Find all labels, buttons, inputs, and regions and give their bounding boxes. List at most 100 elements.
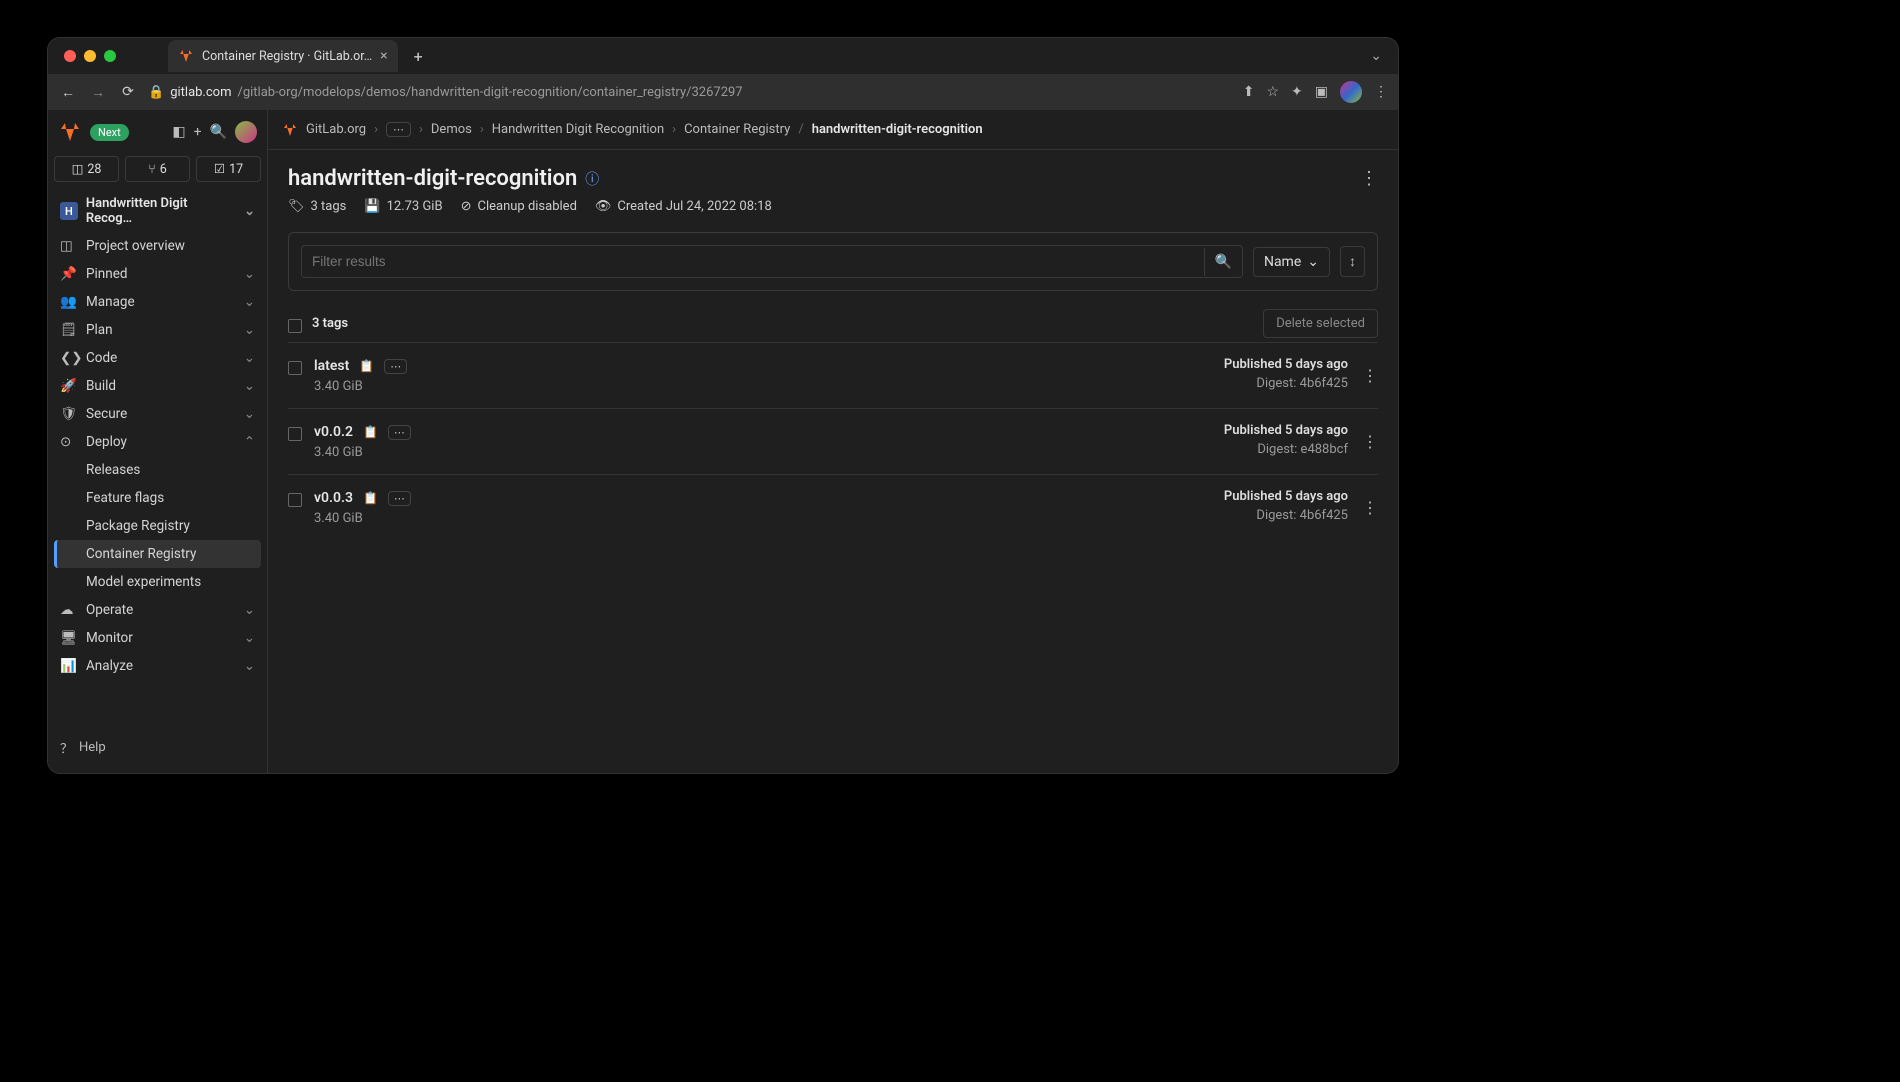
- sidebar-collapse-icon[interactable]: ◧: [172, 124, 185, 140]
- analyze-icon: 📊: [60, 658, 76, 674]
- close-window-icon[interactable]: [64, 50, 76, 62]
- filter-input-wrap: 🔍: [301, 245, 1243, 278]
- tag-actions-icon[interactable]: ⋮: [1362, 432, 1378, 451]
- chevron-down-icon: ⌄: [244, 294, 255, 310]
- sort-select[interactable]: Name ⌄: [1253, 247, 1330, 277]
- browser-tab[interactable]: Container Registry · GitLab.or… ×: [168, 40, 398, 72]
- sidebar-item-label: Model experiments: [86, 574, 201, 590]
- copy-icon[interactable]: 📋: [361, 423, 380, 441]
- share-icon[interactable]: ⬆: [1243, 84, 1255, 100]
- todos-stat[interactable]: ☑ 17: [196, 156, 261, 182]
- meta-size: 💾12.73 GiB: [364, 199, 442, 214]
- sidebar-item-deploy[interactable]: ⊙ Deploy ⌃: [54, 428, 261, 456]
- sidebar-item-build[interactable]: 🚀 Build ⌄: [54, 372, 261, 400]
- reload-button[interactable]: ⟳: [118, 84, 138, 100]
- tabs-overflow-icon[interactable]: ⌄: [1362, 44, 1390, 68]
- sidebar-item-plan[interactable]: 🗒 Plan ⌄: [54, 316, 261, 344]
- tag-digest: Digest: e488bcf: [1224, 442, 1348, 457]
- tag-checkbox[interactable]: [288, 427, 302, 441]
- browser-actions: ⬆ ☆ ✦ ▣ ⋮: [1243, 81, 1388, 103]
- delete-selected-button[interactable]: Delete selected: [1263, 309, 1378, 338]
- crumb-registry[interactable]: Container Registry: [684, 122, 790, 137]
- sidepanel-icon[interactable]: ▣: [1315, 84, 1328, 100]
- next-badge: Next: [90, 124, 129, 141]
- sidebar-sub-package-registry[interactable]: Package Registry: [54, 512, 261, 540]
- forward-button[interactable]: →: [88, 84, 108, 101]
- star-icon[interactable]: ☆: [1266, 84, 1279, 100]
- search-button[interactable]: 🔍: [1204, 248, 1242, 276]
- sidebar-item-label: Feature flags: [86, 490, 164, 506]
- chevron-down-icon: ⌄: [244, 266, 255, 282]
- crumb-root[interactable]: GitLab.org: [306, 122, 366, 137]
- tag-name[interactable]: v0.0.3: [314, 490, 353, 506]
- filter-input[interactable]: [302, 246, 1204, 277]
- tag-checkbox[interactable]: [288, 493, 302, 507]
- sidebar-item-manage[interactable]: 👥 Manage ⌄: [54, 288, 261, 316]
- tag-more-icon[interactable]: ⋯: [384, 359, 407, 374]
- sidebar-sub-container-registry[interactable]: Container Registry: [54, 540, 261, 568]
- extensions-icon[interactable]: ✦: [1291, 84, 1303, 100]
- profile-avatar[interactable]: [1340, 81, 1362, 103]
- main: GitLab.org › ⋯ › Demos › Handwritten Dig…: [268, 110, 1398, 773]
- search-icon[interactable]: 🔍: [210, 124, 227, 140]
- sidebar-top: Next ◧ + 🔍: [54, 118, 261, 152]
- help-button[interactable]: ？ Help: [54, 730, 261, 765]
- crumb-overflow[interactable]: ⋯: [386, 122, 411, 137]
- url-field[interactable]: 🔒 gitlab.com/gitlab-org/modelops/demos/h…: [148, 85, 1233, 100]
- tag-published: Published 5 days ago: [1224, 423, 1348, 438]
- mrs-stat[interactable]: ⑂ 6: [125, 156, 190, 182]
- tag-actions-icon[interactable]: ⋮: [1362, 498, 1378, 517]
- sidebar-item-analyze[interactable]: 📊 Analyze ⌄: [54, 652, 261, 680]
- breadcrumb: GitLab.org › ⋯ › Demos › Handwritten Dig…: [268, 110, 1398, 150]
- sort-direction-button[interactable]: ↕: [1340, 246, 1365, 277]
- meta-row: 🏷3 tags 💾12.73 GiB ⊘Cleanup disabled 👁Cr…: [288, 199, 1378, 214]
- tag-checkbox[interactable]: [288, 361, 302, 375]
- tag-more-icon[interactable]: ⋯: [388, 425, 411, 440]
- close-tab-icon[interactable]: ×: [380, 48, 387, 64]
- sidebar-item-secure[interactable]: 🛡 Secure ⌄: [54, 400, 261, 428]
- build-icon: 🚀: [60, 378, 76, 394]
- select-all-checkbox[interactable]: [288, 319, 302, 333]
- issues-stat[interactable]: ◫ 28: [54, 156, 119, 182]
- copy-icon[interactable]: 📋: [357, 357, 376, 375]
- crumb-demos[interactable]: Demos: [431, 122, 472, 137]
- crumb-project[interactable]: Handwritten Digit Recognition: [492, 122, 664, 137]
- sidebar-item-pinned[interactable]: 📌 Pinned ⌄: [54, 260, 261, 288]
- browser-menu-icon[interactable]: ⋮: [1374, 84, 1388, 100]
- list-count: 3 tags: [312, 316, 348, 331]
- sidebar-item-label: Container Registry: [86, 546, 196, 562]
- sidebar-item-operate[interactable]: ☁ Operate ⌄: [54, 596, 261, 624]
- sidebar-item-monitor[interactable]: 🖥 Monitor ⌄: [54, 624, 261, 652]
- copy-icon[interactable]: 📋: [361, 489, 380, 507]
- maximize-window-icon[interactable]: [104, 50, 116, 62]
- sidebar-sub-releases[interactable]: Releases: [54, 456, 261, 484]
- sidebar-item-overview[interactable]: ◫ Project overview: [54, 232, 261, 260]
- user-avatar[interactable]: [235, 121, 257, 143]
- issues-icon: ◫: [72, 161, 84, 177]
- page-actions-icon[interactable]: ⋮: [1360, 168, 1378, 189]
- tag-actions-icon[interactable]: ⋮: [1362, 366, 1378, 385]
- new-tab-button[interactable]: +: [406, 43, 431, 70]
- chevron-up-icon: ⌃: [244, 434, 255, 450]
- minimize-window-icon[interactable]: [84, 50, 96, 62]
- slash-sep: /: [798, 122, 803, 137]
- tags-list: latest📋⋯3.40 GiBPublished 5 days agoDige…: [288, 342, 1378, 540]
- sidebar-sub-feature-flags[interactable]: Feature flags: [54, 484, 261, 512]
- tag-digest: Digest: 4b6f425: [1224, 508, 1348, 523]
- tag-more-icon[interactable]: ⋯: [388, 491, 411, 506]
- plus-icon[interactable]: +: [194, 124, 202, 140]
- tag-name[interactable]: v0.0.2: [314, 424, 353, 440]
- disk-icon: 💾: [364, 199, 380, 214]
- sidebar-sub-model-experiments[interactable]: Model experiments: [54, 568, 261, 596]
- sidebar-item-label: Project overview: [86, 238, 185, 254]
- cleanup-icon: ⊘: [461, 199, 472, 214]
- pin-icon: 📌: [60, 266, 76, 282]
- sidebar-item-code[interactable]: ❮❯ Code ⌄: [54, 344, 261, 372]
- project-switcher[interactable]: H Handwritten Digit Recog… ⌄: [54, 190, 261, 232]
- info-icon[interactable]: ⓘ: [585, 169, 599, 189]
- tag-name[interactable]: latest: [314, 358, 349, 374]
- back-button[interactable]: ←: [58, 84, 78, 101]
- chevron-down-icon: ⌄: [244, 378, 255, 394]
- filter-card: 🔍 Name ⌄ ↕: [288, 232, 1378, 291]
- gitlab-logo-icon[interactable]: [58, 120, 82, 144]
